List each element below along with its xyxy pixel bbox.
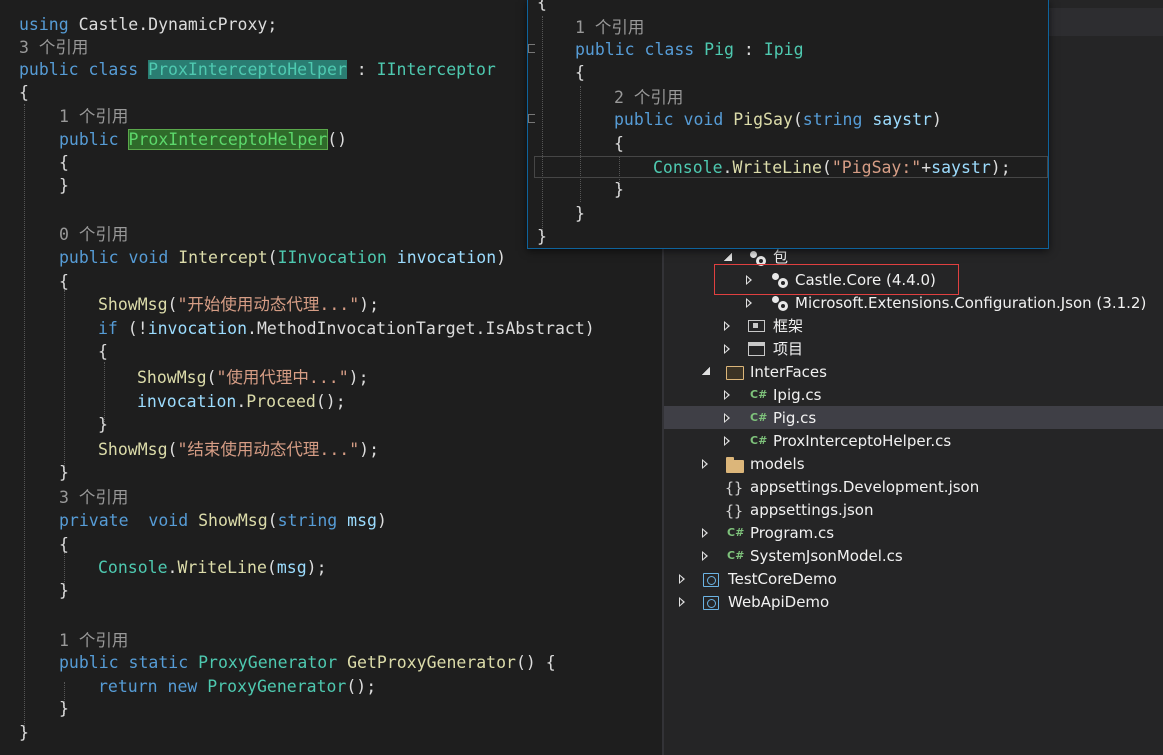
code-line: { <box>537 0 547 12</box>
collapse-arrow-icon[interactable] <box>702 459 708 469</box>
expand-arrow-icon[interactable] <box>724 253 732 261</box>
codelens-references[interactable]: 0 个引用 <box>59 224 128 246</box>
code-line: public void PigSay(string saystr) <box>614 110 942 129</box>
nuget-icon <box>772 273 788 289</box>
code-line: } <box>575 204 585 223</box>
nuget-icon <box>772 296 788 312</box>
code-line: } <box>19 723 29 742</box>
collapse-arrow-icon[interactable] <box>724 390 730 400</box>
codelens-references[interactable]: 1 个引用 <box>59 630 128 652</box>
code-line: { <box>19 83 29 102</box>
collapse-arrow-icon[interactable] <box>679 574 685 584</box>
code-line: } <box>59 581 69 600</box>
indent-guide <box>24 104 25 738</box>
outline-collapse-marker[interactable] <box>528 44 535 53</box>
tree-item-frameworks[interactable]: 框架 <box>773 315 803 337</box>
collapse-arrow-icon[interactable] <box>724 344 730 354</box>
code-line: private void ShowMsg(string msg) <box>59 511 387 530</box>
code-line: ShowMsg("结束使用动态代理..."); <box>98 440 380 459</box>
json-icon: {} <box>725 502 744 520</box>
code-line: } <box>614 180 624 199</box>
code-line: { <box>614 134 624 153</box>
tree-item-proxinterceptohelper-cs[interactable]: ProxInterceptoHelper.cs <box>773 430 951 452</box>
code-line: public static ProxyGenerator GetProxyGen… <box>59 653 556 672</box>
codelens-references[interactable]: 1 个引用 <box>575 17 644 39</box>
code-line: return new ProxyGenerator(); <box>98 677 377 696</box>
code-line: Console.WriteLine("PigSay:"+saystr); <box>653 158 1011 177</box>
project-icon <box>748 342 765 356</box>
selection-highlight <box>664 406 1163 429</box>
code-line: { <box>59 535 69 554</box>
codelens-references[interactable]: 3 个引用 <box>19 37 88 59</box>
code-line: { <box>575 63 585 82</box>
folder-open-icon <box>726 366 744 380</box>
csharp-icon: C# <box>750 434 768 447</box>
collapse-arrow-icon[interactable] <box>702 528 708 538</box>
tree-item-testcoredemo[interactable]: TestCoreDemo <box>728 568 837 590</box>
constructor-highlight: ProxInterceptoHelper <box>127 129 329 150</box>
codelens-references[interactable]: 1 个引用 <box>59 106 128 128</box>
folder-icon <box>726 457 744 473</box>
peek-definition-popup[interactable]: { 1 个引用 public class Pig : Ipig { 2 个引用 … <box>527 0 1049 249</box>
code-line: public class ProxInterceptoHelper : IInt… <box>19 60 496 79</box>
code-line: public ProxInterceptoHelper() <box>59 129 348 150</box>
outline-collapse-marker[interactable] <box>528 114 535 123</box>
code-line: ShowMsg("开始使用动态代理..."); <box>98 295 380 314</box>
tree-item-webapidemo[interactable]: WebApiDemo <box>728 591 829 613</box>
indent-guide <box>64 290 65 470</box>
collapse-arrow-icon[interactable] <box>724 413 730 423</box>
collapse-arrow-icon[interactable] <box>724 321 730 331</box>
tree-item-interfaces-folder[interactable]: InterFaces <box>750 361 827 383</box>
tree-item-castle-core[interactable]: Castle.Core (4.4.0) <box>795 269 936 291</box>
json-icon: {} <box>725 479 744 497</box>
csharp-icon: C# <box>750 388 768 401</box>
tree-item-pig-cs[interactable]: Pig.cs <box>773 407 816 429</box>
csharp-icon: C# <box>727 526 745 539</box>
code-line: invocation.Proceed(); <box>137 392 346 411</box>
tree-item-appsettings-development-json[interactable]: appsettings.Development.json <box>750 476 979 498</box>
code-line: } <box>59 176 69 195</box>
code-line: { <box>59 153 69 172</box>
web-project-icon <box>703 596 719 610</box>
expand-arrow-icon[interactable] <box>702 367 710 375</box>
tree-item-ipig-cs[interactable]: Ipig.cs <box>773 384 821 406</box>
code-line: public void Intercept(IInvocation invoca… <box>59 248 507 267</box>
code-line: using Castle.DynamicProxy; <box>19 15 278 34</box>
codelens-references[interactable]: 2 个引用 <box>614 87 683 109</box>
indent-guide <box>542 16 543 236</box>
code-line: } <box>98 415 108 434</box>
code-line: public class Pig : Ipig <box>575 40 804 59</box>
code-line: { <box>98 342 108 361</box>
web-project-icon <box>703 573 719 587</box>
framework-icon <box>748 320 765 332</box>
tree-item-models-folder[interactable]: models <box>750 453 805 475</box>
code-line: } <box>59 699 69 718</box>
tree-item-projects[interactable]: 项目 <box>773 338 803 360</box>
tree-item-program-cs[interactable]: Program.cs <box>750 522 834 544</box>
code-line: Console.WriteLine(msg); <box>98 558 327 577</box>
codelens-references[interactable]: 3 个引用 <box>59 487 128 509</box>
tree-item-ms-extensions-config-json[interactable]: Microsoft.Extensions.Configuration.Json … <box>795 292 1146 314</box>
tree-item-systemjsonmodel-cs[interactable]: SystemJsonModel.cs <box>750 545 903 567</box>
collapse-arrow-icon[interactable] <box>679 597 685 607</box>
csharp-icon: C# <box>727 549 745 562</box>
collapse-arrow-icon[interactable] <box>702 551 708 561</box>
code-line: } <box>59 463 69 482</box>
code-line: } <box>537 227 547 246</box>
code-line: { <box>59 272 69 291</box>
code-line: ShowMsg("使用代理中..."); <box>137 368 369 387</box>
csharp-icon: C# <box>750 411 768 424</box>
collapse-arrow-icon[interactable] <box>724 436 730 446</box>
class-name-highlight: ProxInterceptoHelper <box>148 60 347 79</box>
collapse-arrow-icon[interactable] <box>746 275 752 285</box>
indent-guide <box>580 86 581 202</box>
collapse-arrow-icon[interactable] <box>746 298 752 308</box>
code-line: if (!invocation.MethodInvocationTarget.I… <box>98 319 595 338</box>
tree-item-appsettings-json[interactable]: appsettings.json <box>750 499 874 521</box>
